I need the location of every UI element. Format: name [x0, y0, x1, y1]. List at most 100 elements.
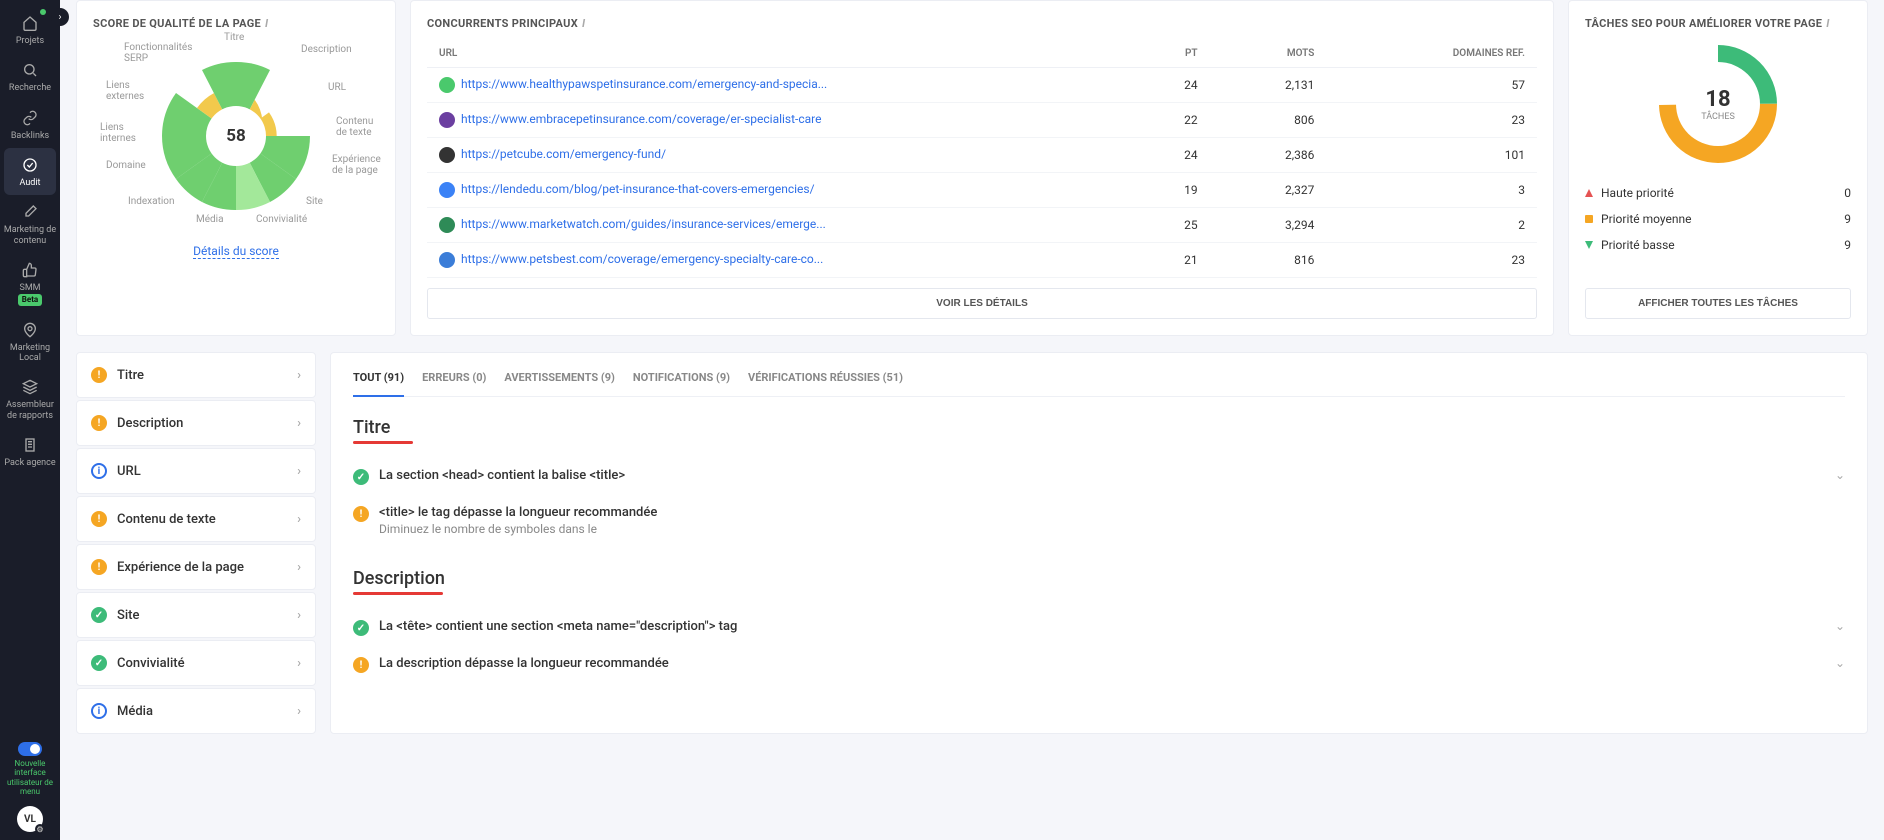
chevron-right-icon: ›: [297, 704, 301, 719]
issue-nav-label: Site: [117, 608, 139, 623]
issue-nav-label: URL: [117, 464, 141, 479]
pin-icon: [20, 320, 40, 340]
competitor-link[interactable]: https://www.healthypawspetinsurance.com/…: [461, 77, 827, 91]
issue-nav-item[interactable]: iMédia›: [76, 688, 316, 734]
ui-toggle[interactable]: [18, 742, 42, 756]
competitor-link[interactable]: https://lendedu.com/blog/pet-insurance-t…: [461, 182, 815, 196]
issue-nav-label: Convivialité: [117, 656, 185, 671]
chevron-down-icon[interactable]: ⌄: [1835, 619, 1845, 633]
competitor-link[interactable]: https://www.marketwatch.com/guides/insur…: [461, 217, 826, 231]
issue-nav-label: Titre: [117, 368, 144, 383]
sidebar-item-audit[interactable]: Audit: [4, 148, 56, 195]
competitors-table: URL PT MOTS DOMAINES REF. https://www.he…: [427, 40, 1537, 278]
table-row: https://petcube.com/emergency-fund/242,3…: [427, 138, 1537, 173]
sidebar-item-label: Marketing de contenu: [2, 225, 58, 246]
chevron-right-icon: ›: [297, 416, 301, 431]
chevron-right-icon: ›: [297, 368, 301, 383]
issue-nav-item[interactable]: !Contenu de texte›: [76, 496, 316, 542]
favicon-icon: [439, 112, 455, 128]
sidebar-item-projets[interactable]: Projets: [0, 6, 60, 53]
check-icon: ✓: [353, 469, 369, 485]
sidebar-item-marketing-local[interactable]: Marketing Local: [0, 313, 60, 371]
info-icon[interactable]: i: [1826, 17, 1829, 30]
competitors-card: CONCURRENTS PRINCIPAUX i URL PT MOTS DOM…: [410, 0, 1554, 336]
competitor-link[interactable]: https://www.embracepetinsurance.com/cove…: [461, 112, 822, 126]
sidebar-item-pack-agence[interactable]: Pack agence: [0, 428, 60, 475]
sidebar-item-label: Assembleur de rapports: [2, 400, 58, 421]
edit-icon: [20, 202, 40, 222]
issue-nav-item[interactable]: ! Titre ›: [76, 352, 316, 398]
priority-low-icon: [1585, 241, 1593, 249]
tasks-donut: 18 TÂCHES: [1658, 44, 1778, 164]
info-icon: i: [91, 463, 107, 479]
sidebar-item-label: Projets: [16, 36, 44, 46]
main-sidebar: › Projets Recherche Backlinks Audit Mark…: [0, 0, 60, 840]
info-icon[interactable]: i: [582, 17, 585, 30]
sidebar-item-smm[interactable]: SMM Beta: [0, 253, 60, 313]
competitor-link[interactable]: https://petcube.com/emergency-fund/: [461, 147, 666, 161]
check-icon: ✓: [91, 607, 107, 623]
check-shield-icon: [20, 155, 40, 175]
sidebar-item-label: Backlinks: [11, 131, 49, 141]
col-ref: DOMAINES REF.: [1326, 40, 1537, 68]
user-avatar[interactable]: VL ⚙: [17, 806, 43, 832]
check-title: La <tête> contient une section <meta nam…: [379, 619, 1825, 634]
warning-icon: !: [91, 511, 107, 527]
title-underline: [353, 592, 443, 595]
issue-category-nav: ! Titre ›! Description › i URL › !Contenu de tex…: [76, 352, 316, 734]
issue-nav-item[interactable]: !Description›: [76, 400, 316, 446]
issue-nav-label: Média: [117, 704, 153, 719]
priority-high: Haute priorité 0: [1585, 180, 1851, 206]
chevron-right-icon: ›: [297, 608, 301, 623]
sidebar-item-backlinks[interactable]: Backlinks: [0, 101, 60, 148]
gear-icon: ⚙: [35, 824, 45, 834]
check-subtitle: Diminuez le nombre de symboles dans le t…: [379, 522, 1845, 536]
issue-tabs: TOUT (91) ERREURS (0) AVERTISSEMENTS (9) NO…: [353, 371, 1845, 397]
search-icon: [20, 60, 40, 80]
beta-badge: Beta: [18, 294, 42, 305]
priority-medium: Priorité moyenne 9: [1585, 206, 1851, 232]
thumb-icon: [20, 260, 40, 280]
tab[interactable]: TOUT (91): [353, 371, 404, 396]
col-pt: PT: [1128, 40, 1210, 68]
score-card-title: SCORE DE QUALITÉ DE LA PAGE: [93, 17, 261, 30]
sidebar-item-assembleur[interactable]: Assembleur de rapports: [0, 370, 60, 428]
tab[interactable]: AVERTISSEMENTS (9): [504, 371, 615, 396]
title-underline: [353, 441, 413, 444]
col-url: URL: [427, 40, 1128, 68]
sidebar-item-label: Pack agence: [4, 458, 55, 468]
issue-nav-item[interactable]: iURL›: [76, 448, 316, 494]
issue-nav-item[interactable]: ✓Convivialité›: [76, 640, 316, 686]
sidebar-item-recherche[interactable]: Recherche: [0, 53, 60, 100]
view-details-button[interactable]: VOIR LES DÉTAILS: [427, 288, 1537, 319]
issue-nav-label: Description: [117, 416, 183, 431]
check-row: !La description dépasse la longueur reco…: [353, 646, 1845, 683]
sidebar-item-label: SMM: [19, 283, 40, 293]
favicon-icon: [439, 77, 455, 93]
tab[interactable]: NOTIFICATIONS (9): [633, 371, 730, 396]
sidebar-item-label: Recherche: [9, 83, 51, 93]
show-all-tasks-button[interactable]: AFFICHER TOUTES LES TÂCHES: [1585, 288, 1851, 319]
ui-toggle-label: Nouvelle interface utilisateur de menu: [0, 759, 60, 796]
tab[interactable]: ERREURS (0): [422, 371, 486, 396]
table-row: https://lendedu.com/blog/pet-insurance-t…: [427, 173, 1537, 208]
info-icon[interactable]: i: [265, 17, 268, 30]
check-icon: ✓: [91, 655, 107, 671]
issue-nav-item[interactable]: !Expérience de la page›: [76, 544, 316, 590]
competitor-link[interactable]: https://www.petsbest.com/coverage/emerge…: [461, 252, 823, 266]
tab[interactable]: VÉRIFICATIONS RÉUSSIES (51): [748, 371, 903, 396]
sidebar-item-label: Audit: [20, 178, 41, 188]
warning-icon: !: [91, 367, 107, 383]
chevron-right-icon: ›: [297, 560, 301, 575]
warning-icon: !: [353, 657, 369, 673]
building-icon: [20, 435, 40, 455]
chevron-down-icon[interactable]: ⌄: [1835, 656, 1845, 670]
sidebar-item-marketing-contenu[interactable]: Marketing de contenu: [0, 195, 60, 253]
issue-nav-item[interactable]: ✓ Site ›: [76, 592, 316, 638]
sidebar-item-label: Marketing Local: [2, 343, 58, 364]
table-row: https://www.petsbest.com/coverage/emerge…: [427, 243, 1537, 278]
score-details-link[interactable]: Détails du score: [193, 244, 279, 259]
chevron-down-icon[interactable]: ⌄: [1835, 468, 1845, 482]
tasks-label: TÂCHES: [1701, 112, 1735, 122]
check-row: ✓La section <head> contient la balise <t…: [353, 458, 1845, 495]
